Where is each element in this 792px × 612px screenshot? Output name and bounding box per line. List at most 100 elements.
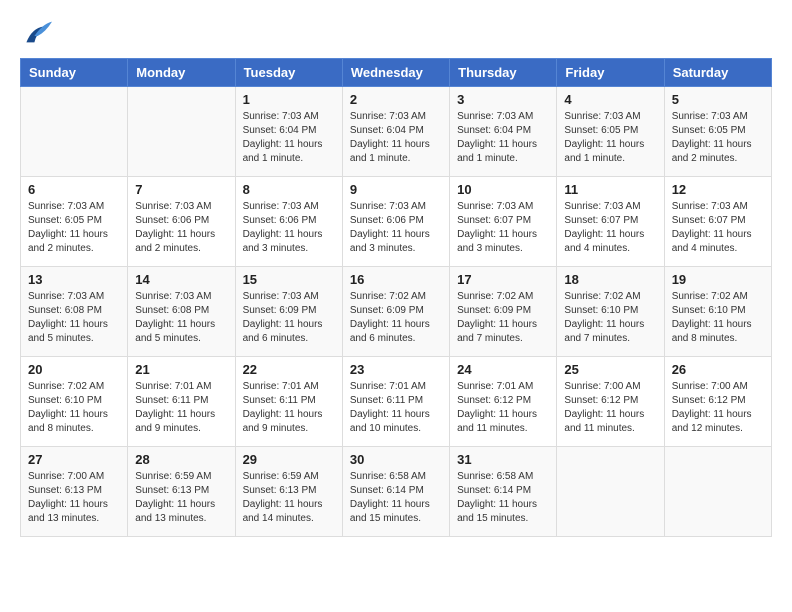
day-number: 7 <box>135 182 227 197</box>
cell-content: Sunrise: 6:58 AM Sunset: 6:14 PM Dayligh… <box>457 470 549 526</box>
day-number: 31 <box>457 452 549 467</box>
day-number: 11 <box>564 182 656 197</box>
calendar-cell: 29Sunrise: 6:59 AM Sunset: 6:13 PM Dayli… <box>235 447 342 537</box>
cell-content: Sunrise: 7:03 AM Sunset: 6:05 PM Dayligh… <box>28 200 120 256</box>
day-number: 23 <box>350 362 442 377</box>
day-number: 9 <box>350 182 442 197</box>
calendar-cell: 3 Sunrise: 7:03 AM Sunset: 6:04 PM Daylig… <box>450 87 557 177</box>
cell-content: Sunrise: 7:02 AM Sunset: 6:09 PM Dayligh… <box>350 290 442 346</box>
cell-content: Sunrise: 7:02 AM Sunset: 6:10 PM Dayligh… <box>28 380 120 436</box>
cell-content: Sunrise: 6:58 AM Sunset: 6:14 PM Dayligh… <box>350 470 442 526</box>
calendar-cell: 28 Sunrise: 6:59 AM Sunset: 6:13 PM Dayli… <box>128 447 235 537</box>
header-day-thursday: Thursday <box>450 59 557 87</box>
day-number: 2 <box>350 92 442 107</box>
calendar-cell: 18Sunrise: 7:02 AM Sunset: 6:10 PM Dayli… <box>557 267 664 357</box>
week-row-2: 6 Sunrise: 7:03 AM Sunset: 6:05 PM Daylig… <box>21 177 772 267</box>
day-number: 21 <box>135 362 227 377</box>
day-number: 30 <box>350 452 442 467</box>
cell-content: Sunrise: 7:02 AM Sunset: 6:09 PM Dayligh… <box>457 290 549 346</box>
day-number: 22 <box>243 362 335 377</box>
week-row-1: 1 Sunrise: 7:03 AM Sunset: 6:04 PM Daylig… <box>21 87 772 177</box>
cell-content: Sunrise: 7:03 AM Sunset: 6:04 PM Dayligh… <box>350 110 442 166</box>
cell-content: Sunrise: 7:03 AM Sunset: 6:05 PM Dayligh… <box>672 110 764 166</box>
day-number: 16 <box>350 272 442 287</box>
day-number: 1 <box>243 92 335 107</box>
calendar-cell: 12 Sunrise: 7:03 AM Sunset: 6:07 PM Dayli… <box>664 177 771 267</box>
cell-content: Sunrise: 6:59 AM Sunset: 6:13 PM Dayligh… <box>135 470 227 526</box>
cell-content: Sunrise: 7:03 AM Sunset: 6:05 PM Dayligh… <box>564 110 656 166</box>
calendar-cell: 1 Sunrise: 7:03 AM Sunset: 6:04 PM Daylig… <box>235 87 342 177</box>
day-number: 27 <box>28 452 120 467</box>
calendar-cell: 31 Sunrise: 6:58 AM Sunset: 6:14 PM Dayli… <box>450 447 557 537</box>
header-day-saturday: Saturday <box>664 59 771 87</box>
cell-content: Sunrise: 7:03 AM Sunset: 6:09 PM Dayligh… <box>243 290 335 346</box>
day-number: 5 <box>672 92 764 107</box>
calendar-cell <box>664 447 771 537</box>
header-day-sunday: Sunday <box>21 59 128 87</box>
calendar-cell: 16 Sunrise: 7:02 AM Sunset: 6:09 PM Dayli… <box>342 267 449 357</box>
cell-content: Sunrise: 7:03 AM Sunset: 6:06 PM Dayligh… <box>350 200 442 256</box>
day-number: 13 <box>28 272 120 287</box>
cell-content: Sunrise: 7:03 AM Sunset: 6:08 PM Dayligh… <box>135 290 227 346</box>
calendar-cell: 7 Sunrise: 7:03 AM Sunset: 6:06 PM Daylig… <box>128 177 235 267</box>
calendar-cell: 21 Sunrise: 7:01 AM Sunset: 6:11 PM Dayli… <box>128 357 235 447</box>
cell-content: Sunrise: 7:03 AM Sunset: 6:08 PM Dayligh… <box>28 290 120 346</box>
calendar-cell: 10Sunrise: 7:03 AM Sunset: 6:07 PM Dayli… <box>450 177 557 267</box>
calendar-cell: 6 Sunrise: 7:03 AM Sunset: 6:05 PM Daylig… <box>21 177 128 267</box>
header-row: SundayMondayTuesdayWednesdayThursdayFrid… <box>21 59 772 87</box>
calendar-cell: 23 Sunrise: 7:01 AM Sunset: 6:11 PM Dayli… <box>342 357 449 447</box>
day-number: 17 <box>457 272 549 287</box>
logo-icon <box>20 20 52 48</box>
calendar-cell: 17 Sunrise: 7:02 AM Sunset: 6:09 PM Dayli… <box>450 267 557 357</box>
day-number: 29 <box>243 452 335 467</box>
calendar-cell: 9 Sunrise: 7:03 AM Sunset: 6:06 PM Daylig… <box>342 177 449 267</box>
logo <box>20 20 56 48</box>
cell-content: Sunrise: 7:01 AM Sunset: 6:11 PM Dayligh… <box>350 380 442 436</box>
calendar-cell: 8 Sunrise: 7:03 AM Sunset: 6:06 PM Daylig… <box>235 177 342 267</box>
calendar-cell: 19Sunrise: 7:02 AM Sunset: 6:10 PM Dayli… <box>664 267 771 357</box>
calendar-cell: 15Sunrise: 7:03 AM Sunset: 6:09 PM Dayli… <box>235 267 342 357</box>
cell-content: Sunrise: 7:03 AM Sunset: 6:04 PM Dayligh… <box>457 110 549 166</box>
cell-content: Sunrise: 7:00 AM Sunset: 6:13 PM Dayligh… <box>28 470 120 526</box>
header-day-monday: Monday <box>128 59 235 87</box>
calendar-cell: 13 Sunrise: 7:03 AM Sunset: 6:08 PM Dayli… <box>21 267 128 357</box>
calendar-cell: 24 Sunrise: 7:01 AM Sunset: 6:12 PM Dayli… <box>450 357 557 447</box>
cell-content: Sunrise: 7:03 AM Sunset: 6:07 PM Dayligh… <box>564 200 656 256</box>
calendar-cell: 26Sunrise: 7:00 AM Sunset: 6:12 PM Dayli… <box>664 357 771 447</box>
day-number: 4 <box>564 92 656 107</box>
calendar-cell: 14 Sunrise: 7:03 AM Sunset: 6:08 PM Dayli… <box>128 267 235 357</box>
week-row-5: 27 Sunrise: 7:00 AM Sunset: 6:13 PM Dayli… <box>21 447 772 537</box>
day-number: 6 <box>28 182 120 197</box>
calendar-cell: 11 Sunrise: 7:03 AM Sunset: 6:07 PM Dayli… <box>557 177 664 267</box>
cell-content: Sunrise: 7:01 AM Sunset: 6:11 PM Dayligh… <box>135 380 227 436</box>
day-number: 19 <box>672 272 764 287</box>
day-number: 28 <box>135 452 227 467</box>
calendar-cell: 20Sunrise: 7:02 AM Sunset: 6:10 PM Dayli… <box>21 357 128 447</box>
day-number: 24 <box>457 362 549 377</box>
day-number: 3 <box>457 92 549 107</box>
cell-content: Sunrise: 7:03 AM Sunset: 6:07 PM Dayligh… <box>457 200 549 256</box>
calendar-cell: 27 Sunrise: 7:00 AM Sunset: 6:13 PM Dayli… <box>21 447 128 537</box>
day-number: 25 <box>564 362 656 377</box>
header-day-tuesday: Tuesday <box>235 59 342 87</box>
day-number: 12 <box>672 182 764 197</box>
cell-content: Sunrise: 7:00 AM Sunset: 6:12 PM Dayligh… <box>564 380 656 436</box>
week-row-3: 13 Sunrise: 7:03 AM Sunset: 6:08 PM Dayli… <box>21 267 772 357</box>
calendar-table: SundayMondayTuesdayWednesdayThursdayFrid… <box>20 58 772 537</box>
cell-content: Sunrise: 7:03 AM Sunset: 6:06 PM Dayligh… <box>243 200 335 256</box>
calendar-cell: 2 Sunrise: 7:03 AM Sunset: 6:04 PM Daylig… <box>342 87 449 177</box>
calendar-cell <box>557 447 664 537</box>
header-day-friday: Friday <box>557 59 664 87</box>
header <box>20 20 772 48</box>
day-number: 8 <box>243 182 335 197</box>
calendar-cell: 22Sunrise: 7:01 AM Sunset: 6:11 PM Dayli… <box>235 357 342 447</box>
calendar-cell <box>128 87 235 177</box>
cell-content: Sunrise: 7:01 AM Sunset: 6:12 PM Dayligh… <box>457 380 549 436</box>
cell-content: Sunrise: 7:03 AM Sunset: 6:04 PM Dayligh… <box>243 110 335 166</box>
cell-content: Sunrise: 7:00 AM Sunset: 6:12 PM Dayligh… <box>672 380 764 436</box>
header-day-wednesday: Wednesday <box>342 59 449 87</box>
day-number: 14 <box>135 272 227 287</box>
calendar-cell: 30 Sunrise: 6:58 AM Sunset: 6:14 PM Dayli… <box>342 447 449 537</box>
cell-content: Sunrise: 7:03 AM Sunset: 6:07 PM Dayligh… <box>672 200 764 256</box>
cell-content: Sunrise: 7:03 AM Sunset: 6:06 PM Dayligh… <box>135 200 227 256</box>
